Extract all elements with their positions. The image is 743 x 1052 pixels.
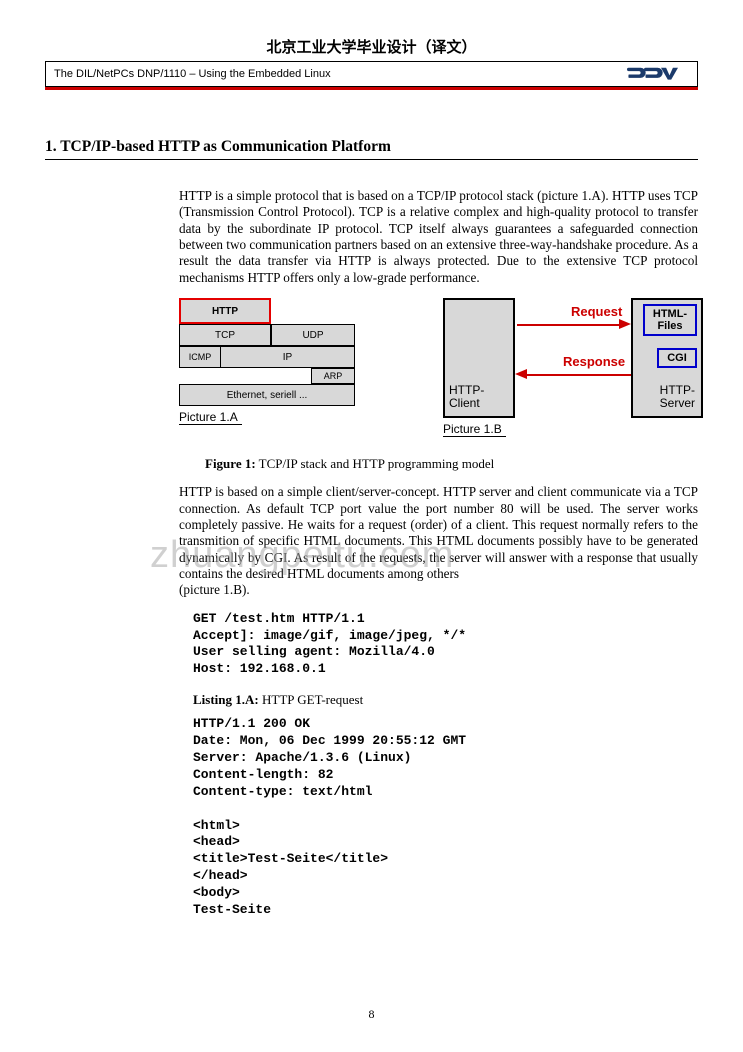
paragraph-2b: (picture 1.B).	[179, 582, 698, 598]
http-server-box: HTML- Files CGI HTTP- Server	[631, 298, 703, 418]
doc-header: The DIL/NetPCs DNP/1110 – Using the Embe…	[45, 61, 698, 87]
stack-diagram: HTTP TCP UDP ICMP IP ARP Ethernet, serie…	[179, 298, 355, 438]
listing-caption-bold: Listing 1.A:	[193, 692, 259, 707]
request-label: Request	[571, 304, 622, 319]
figure-1-caption: Figure 1: TCP/IP stack and HTTP programm…	[205, 456, 698, 472]
stack-http: HTTP	[179, 298, 271, 324]
code-listing-response: HTTP/1.1 200 OK Date: Mon, 06 Dec 1999 2…	[193, 716, 698, 919]
figure-caption-text: TCP/IP stack and HTTP programming model	[256, 456, 495, 471]
client-server-diagram: HTTP- Client Request Response HTML- File…	[443, 298, 703, 438]
listing-caption-text: HTTP GET-request	[259, 692, 363, 707]
picture-1b-label: Picture 1.B	[443, 422, 506, 437]
stack-ip: IP	[221, 346, 355, 368]
figure-caption-bold: Figure 1:	[205, 456, 256, 471]
page-top-title: 北京工业大学毕业设计（译文）	[0, 0, 743, 61]
stack-udp: UDP	[271, 324, 355, 346]
page-content: 1. TCP/IP-based HTTP as Communication Pl…	[45, 90, 698, 919]
stack-ethernet: Ethernet, seriell ...	[179, 384, 355, 406]
server-label: HTTP- Server	[660, 384, 695, 410]
http-client-box: HTTP- Client	[443, 298, 515, 418]
html-files-box: HTML- Files	[643, 304, 697, 336]
stack-tcp: TCP	[179, 324, 271, 346]
page-number: 8	[0, 1007, 743, 1022]
ssv-logo	[627, 66, 689, 82]
code-listing-1a: GET /test.htm HTTP/1.1 Accept]: image/gi…	[193, 611, 698, 679]
section-heading: 1. TCP/IP-based HTTP as Communication Pl…	[45, 138, 698, 160]
client-label: HTTP- Client	[449, 384, 484, 410]
picture-1a-label: Picture 1.A	[179, 410, 242, 425]
cgi-box: CGI	[657, 348, 697, 368]
response-label: Response	[563, 354, 625, 369]
stack-icmp: ICMP	[179, 346, 221, 368]
paragraph-1: HTTP is a simple protocol that is based …	[179, 188, 698, 286]
stack-arp: ARP	[311, 368, 355, 384]
listing-1a-caption: Listing 1.A: HTTP GET-request	[193, 692, 698, 708]
figure-1: HTTP TCP UDP ICMP IP ARP Ethernet, serie…	[179, 298, 698, 438]
paragraph-2: HTTP is based on a simple client/server-…	[179, 484, 698, 582]
header-subtitle: The DIL/NetPCs DNP/1110 – Using the Embe…	[54, 68, 331, 80]
